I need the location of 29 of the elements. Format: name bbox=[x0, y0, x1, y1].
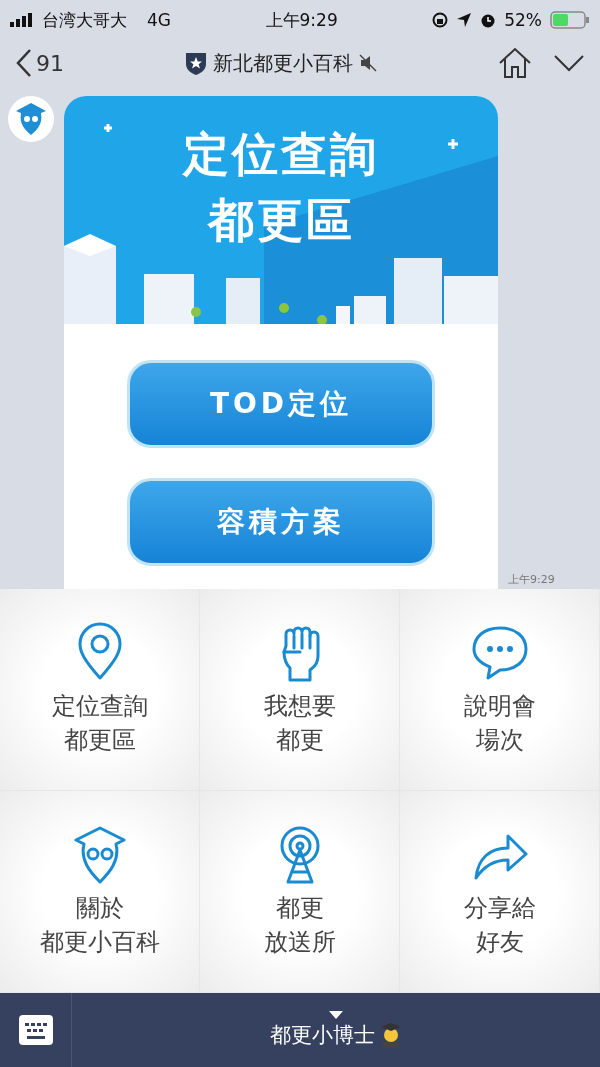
alarm-clock-icon bbox=[480, 12, 497, 28]
shield-star-icon bbox=[185, 51, 207, 75]
menu-tile[interactable]: 都更 放送所 bbox=[200, 791, 400, 993]
banner-heading: 定位查詢 bbox=[183, 126, 379, 183]
menu-tile[interactable]: 說明會 場次 bbox=[400, 589, 600, 791]
keyboard-icon bbox=[18, 1015, 53, 1045]
chevron-down-icon[interactable] bbox=[554, 54, 584, 72]
menu-tile[interactable]: 我想要 都更 bbox=[200, 589, 400, 791]
back-button[interactable]: 91 bbox=[16, 48, 64, 78]
chevron-left-icon bbox=[16, 48, 32, 78]
rotation-lock-icon bbox=[432, 12, 449, 28]
muted-speaker-icon bbox=[359, 54, 377, 72]
caret-icon bbox=[329, 1011, 343, 1019]
menu-tile[interactable]: 分享給 好友 bbox=[400, 791, 600, 993]
bot-avatar[interactable] bbox=[8, 96, 54, 142]
carrier-name: 台湾大哥大 bbox=[42, 8, 127, 32]
battery-icon bbox=[550, 11, 590, 29]
signal-icon bbox=[10, 13, 34, 27]
battery-percent: 52% bbox=[504, 10, 542, 30]
clock-time: 上午9:29 bbox=[265, 8, 338, 32]
menu-tile[interactable]: 定位查詢 都更區 bbox=[0, 589, 200, 791]
message-time: 上午9:29 bbox=[508, 572, 555, 587]
menu-tile[interactable]: 關於 都更小百科 bbox=[0, 791, 200, 993]
location-arrow-icon bbox=[456, 12, 473, 28]
chat-title: 新北都更小百科 bbox=[213, 49, 353, 77]
network-type: 4G bbox=[147, 10, 171, 30]
home-icon[interactable] bbox=[498, 47, 532, 79]
owl-icon bbox=[15, 102, 47, 136]
banner-heading: 都更區 bbox=[207, 192, 355, 249]
